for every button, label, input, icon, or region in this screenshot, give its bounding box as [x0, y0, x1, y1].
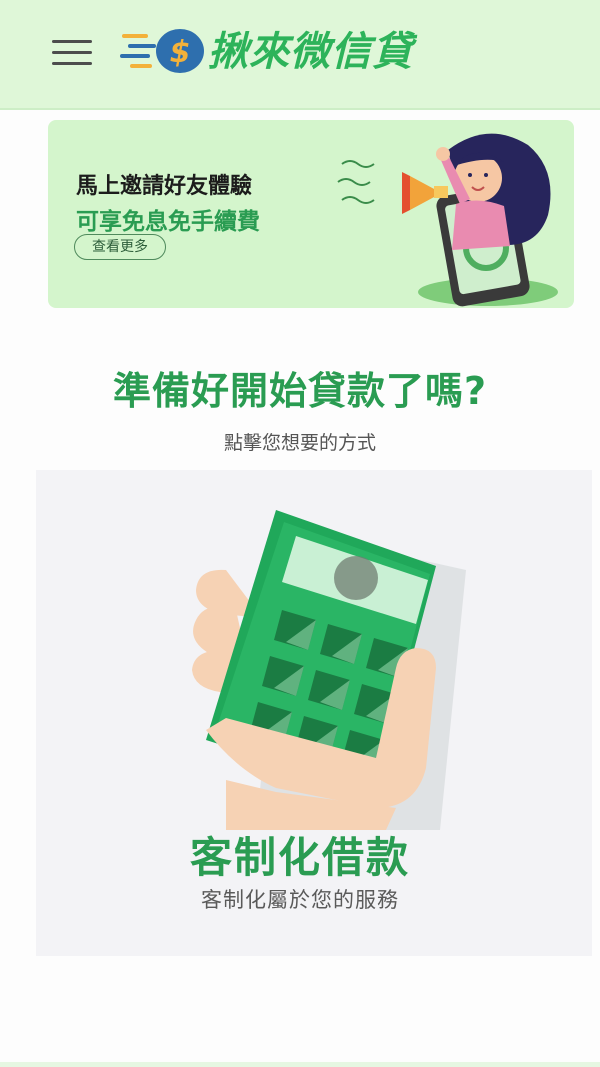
- app-logo-text[interactable]: 揪來微信貸: [208, 28, 413, 76]
- banner-highlight: 可享免息免手續費: [76, 209, 260, 235]
- bottom-divider: [0, 1062, 600, 1067]
- page: $ 揪來微信貸 馬上邀請好友體驗 可享免息免手續費 查看更多 準備好開始貸款了嗎…: [0, 0, 600, 1067]
- promo-banner[interactable]: 馬上邀請好友體驗 可享免息免手續費 查看更多: [48, 120, 574, 308]
- hamburger-menu-icon[interactable]: [52, 38, 94, 68]
- view-more-button[interactable]: 查看更多: [74, 234, 166, 260]
- dollar-speed-icon: $: [120, 29, 204, 73]
- app-header: $ 揪來微信貸: [0, 0, 600, 110]
- woman-megaphone-phone-illustration: [337, 133, 558, 307]
- option-subtitle: 客制化屬於您的服務: [201, 888, 399, 912]
- section-title: 準備好開始貸款了嗎?: [112, 369, 488, 413]
- banner-headline: 馬上邀請好友體驗: [76, 174, 253, 199]
- section-subtitle: 點擊您想要的方式: [223, 432, 376, 454]
- svg-text:$: $: [170, 35, 191, 70]
- option-title: 客制化借款: [189, 833, 410, 882]
- hand-holding-calculator-illustration: [192, 510, 466, 830]
